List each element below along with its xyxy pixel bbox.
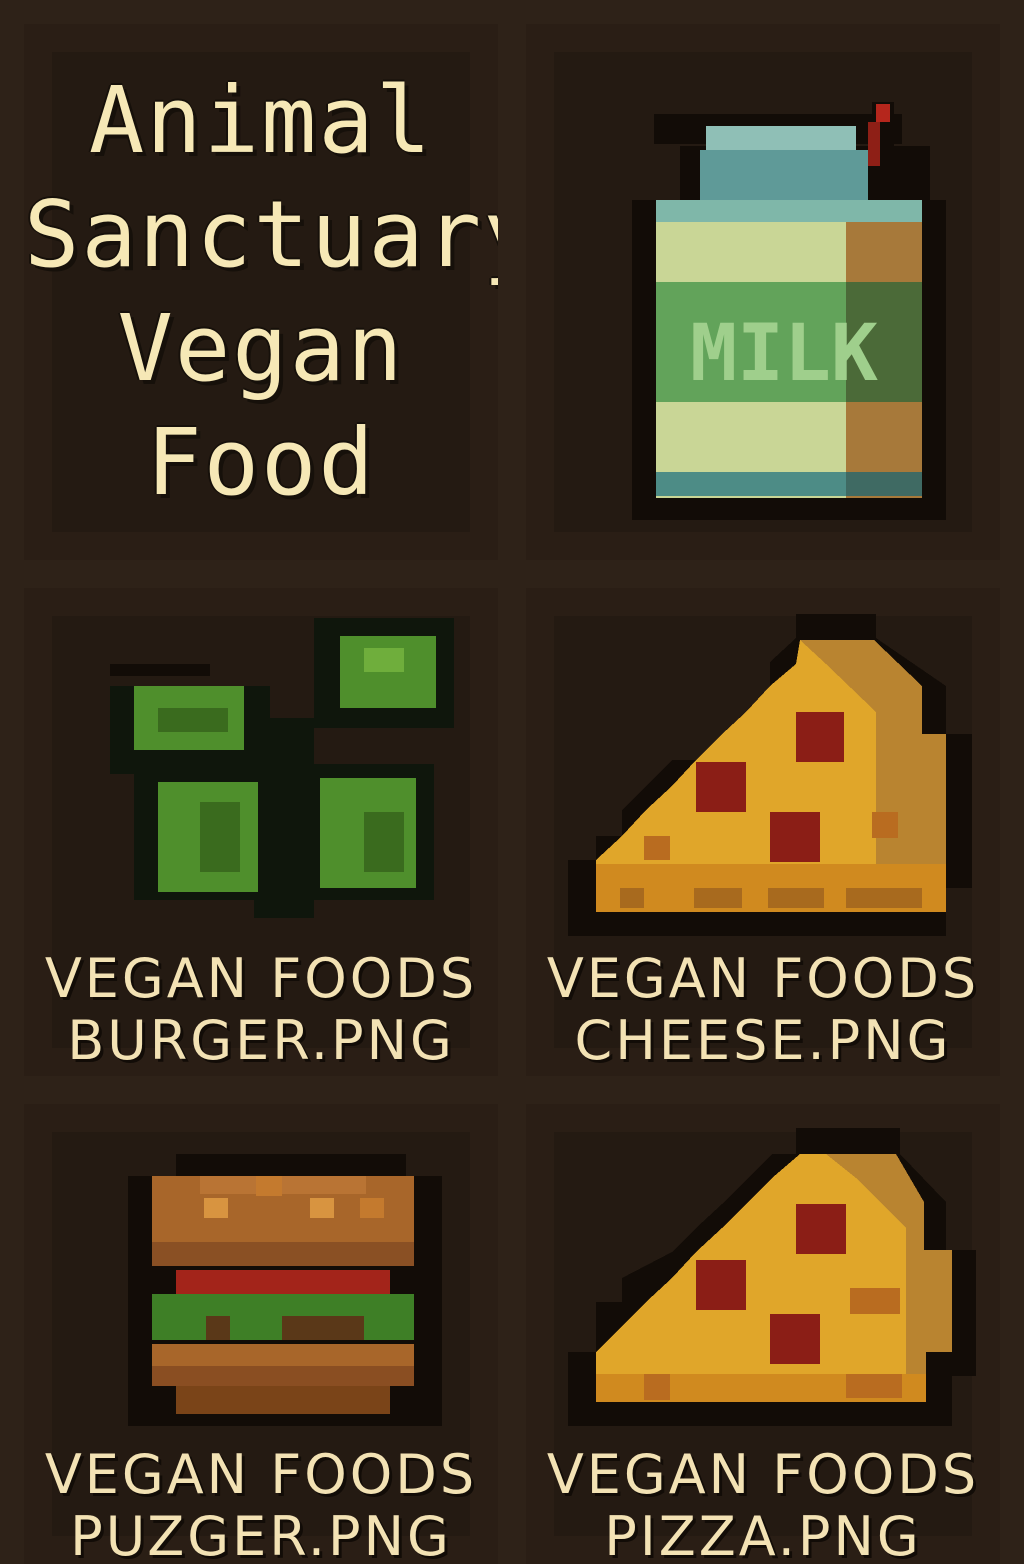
pizza-caption: VEGAN FOODS PIZZA.PNG	[526, 1444, 1000, 1564]
title-line-2: Sanctuary	[24, 181, 498, 288]
pizza-tile[interactable]: VEGAN FOODS PIZZA.PNG	[526, 1104, 1000, 1564]
pizza-caption-line-2: PIZZA.PNG	[604, 1505, 922, 1564]
page-title: Animal Sanctuary Vegan Food	[24, 64, 498, 520]
burger-caption: VEGAN FOODS PUZGER.PNG	[24, 1444, 498, 1564]
title-line-4: Food	[146, 409, 376, 516]
cheese-tile[interactable]: VEGAN FOODS CHEESE.PNG	[526, 588, 1000, 1076]
cheese-caption-line-2: CHEESE.PNG	[574, 1009, 952, 1072]
greens-tile[interactable]: VEGAN FOODS BURGER.PNG	[24, 588, 498, 1076]
cheese-caption: VEGAN FOODS CHEESE.PNG	[526, 948, 1000, 1072]
title-line-3: Vegan	[117, 295, 405, 402]
burger-caption-line-1: VEGAN FOODS	[44, 1443, 478, 1506]
greens-caption-line-2: BURGER.PNG	[67, 1009, 455, 1072]
milk-carton-icon: MILK	[632, 102, 946, 520]
title-line-1: Animal	[88, 67, 434, 174]
greens-caption-line-1: VEGAN FOODS	[44, 947, 478, 1010]
milk-label: MILK	[690, 309, 878, 399]
pizza-caption-line-1: VEGAN FOODS	[546, 1443, 980, 1506]
milk-tile[interactable]: MILK	[526, 24, 1000, 560]
sprite-sheet: Animal Sanctuary Vegan Food MILK VEGAN F…	[0, 0, 1024, 1564]
burger-caption-line-2: PUZGER.PNG	[70, 1505, 452, 1564]
cheese-caption-line-1: VEGAN FOODS	[546, 947, 980, 1010]
title-cell: Animal Sanctuary Vegan Food	[24, 24, 498, 560]
burger-tile[interactable]: VEGAN FOODS PUZGER.PNG	[24, 1104, 498, 1564]
greens-caption: VEGAN FOODS BURGER.PNG	[24, 948, 498, 1072]
